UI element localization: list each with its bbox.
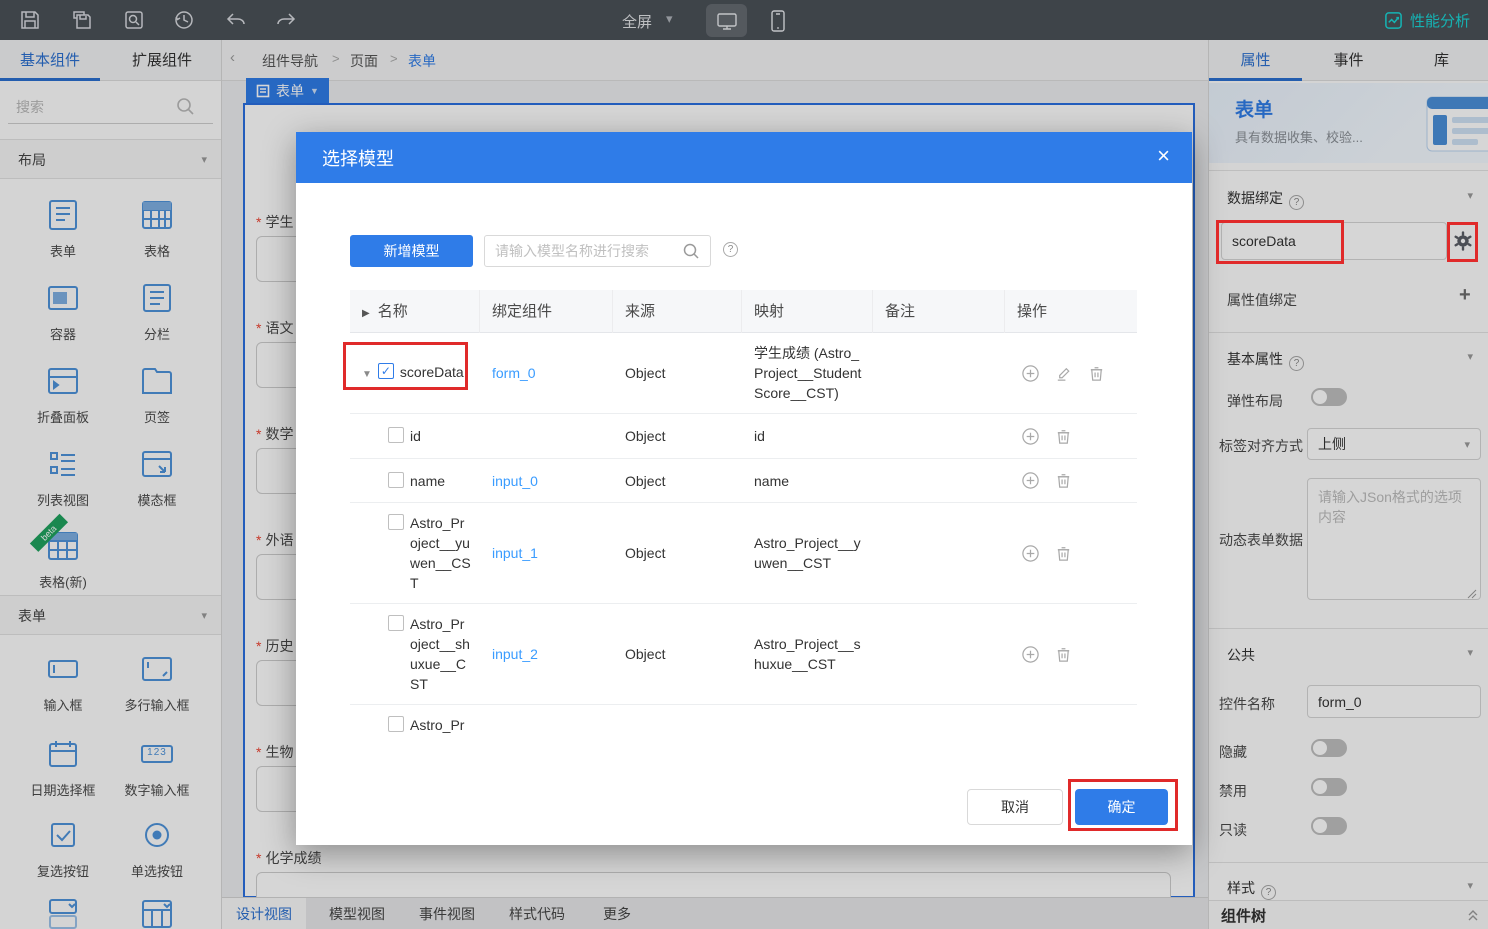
confirm-button[interactable]: 确定: [1075, 789, 1168, 825]
row-checkbox[interactable]: [388, 514, 404, 530]
select-model-dialog: 选择模型 × 新增模型 ? ▶名称 绑定组件 来源 映射 备注 操作 ▼ ✓: [296, 132, 1192, 845]
close-icon[interactable]: ×: [1157, 143, 1170, 169]
model-search-input[interactable]: [484, 235, 711, 267]
bound-component-link[interactable]: form_0: [492, 365, 536, 381]
delete-icon[interactable]: [1054, 645, 1073, 664]
table-body: ▼ ✓ scoreData form_0 Object 学生成绩 (Astro_…: [350, 333, 1137, 737]
model-table: ▶ 名称 绑定组件 来源 映射 备注 操作 ▼ ✓ scoreData form_…: [350, 290, 1137, 737]
row-checkbox-checked[interactable]: ✓: [377, 362, 394, 379]
search-icon: [682, 242, 700, 260]
table-row-name: name input_0 Object name: [350, 459, 1137, 503]
add-field-icon[interactable]: [1021, 544, 1040, 563]
delete-icon[interactable]: [1054, 471, 1073, 490]
caret-down-icon[interactable]: ▼: [362, 365, 372, 385]
dialog-title: 选择模型: [322, 149, 394, 169]
add-model-button[interactable]: 新增模型: [350, 235, 473, 267]
table-row-scoredata: ▼ ✓ scoreData form_0 Object 学生成绩 (Astro_…: [350, 333, 1137, 414]
bound-component-link[interactable]: input_0: [492, 473, 538, 489]
edit-icon[interactable]: [1054, 364, 1073, 383]
bound-component-link[interactable]: input_2: [492, 646, 538, 662]
delete-icon[interactable]: [1087, 364, 1106, 383]
table-row-id: id Object id: [350, 414, 1137, 459]
bound-component-link[interactable]: input_1: [492, 545, 538, 561]
add-field-icon[interactable]: [1021, 471, 1040, 490]
row-checkbox[interactable]: [388, 427, 404, 443]
dialog-header: 选择模型 ×: [296, 132, 1192, 183]
caret-right-icon[interactable]: ▶: [362, 308, 370, 319]
help-icon[interactable]: ?: [723, 242, 738, 257]
add-field-icon[interactable]: [1021, 364, 1040, 383]
row-checkbox[interactable]: [388, 716, 404, 732]
delete-icon[interactable]: [1054, 544, 1073, 563]
app-root: 全屏 ▾ 性能分析 基本组件 扩展组件 布局 ▾ 表单 表格: [0, 0, 1488, 929]
row-checkbox[interactable]: [388, 615, 404, 631]
delete-icon[interactable]: [1054, 427, 1073, 446]
table-row-yuwen: Astro_Project__yuwen__CST input_1 Object…: [350, 503, 1137, 604]
add-field-icon[interactable]: [1021, 427, 1040, 446]
row-checkbox[interactable]: [388, 471, 404, 488]
table-row-waiyu: Astro_Project__waiyu__CST input_3 Object…: [350, 705, 1137, 737]
table-row-shuxue: Astro_Project__shuxue__CST input_2 Objec…: [350, 604, 1137, 705]
add-field-icon[interactable]: [1021, 645, 1040, 664]
table-header-row: ▶ 名称 绑定组件 来源 映射 备注 操作: [350, 290, 1137, 333]
cancel-button[interactable]: 取消: [967, 789, 1063, 825]
